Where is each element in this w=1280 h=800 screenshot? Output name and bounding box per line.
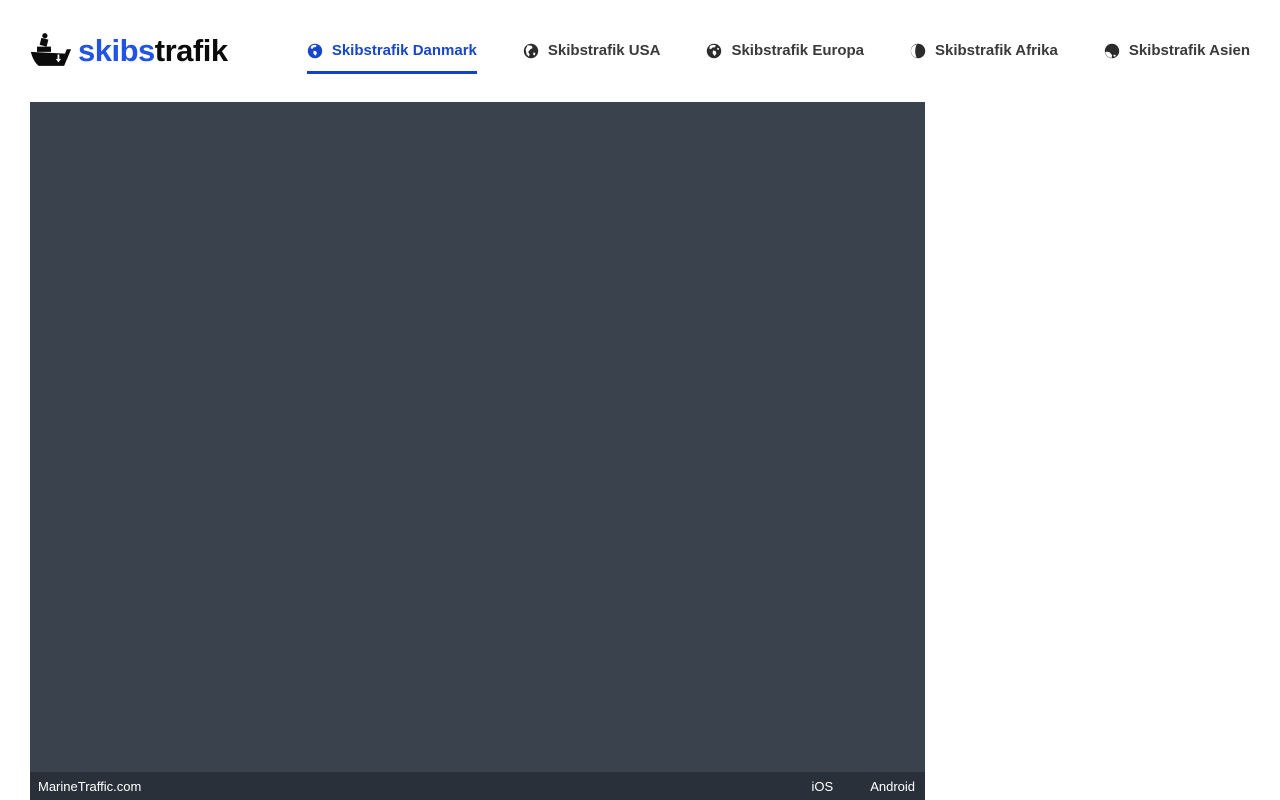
logo-wordmark: skibstrafik: [78, 33, 228, 69]
main-nav: Skibstrafik Danmark Skibstrafik USA Skib…: [306, 28, 1250, 74]
ship-logo-icon: [30, 32, 72, 70]
nav-item-skibstrafik-danmark[interactable]: Skibstrafik Danmark: [306, 28, 477, 74]
globe-africa-icon: [910, 43, 926, 59]
nav-item-label: Skibstrafik Danmark: [331, 42, 477, 59]
globe-americas-icon: [523, 43, 539, 59]
map-canvas[interactable]: [30, 102, 925, 772]
nav-item-label: Skibstrafik Asien: [1128, 42, 1250, 59]
nav-item-label: Skibstrafik Afrika: [935, 42, 1058, 59]
globe-asia-australia-icon: [1104, 43, 1120, 59]
marinetraffic-attribution-link[interactable]: MarineTraffic.com: [38, 779, 141, 794]
logo-link[interactable]: skibstrafik: [30, 32, 228, 70]
nav-item-label: Skibstrafik Europa: [731, 42, 864, 59]
globe-europe-africa-icon: [706, 43, 722, 59]
nav-item-skibstrafik-asien[interactable]: Skibstrafik Asien: [1104, 28, 1250, 74]
ios-app-link[interactable]: iOS: [812, 779, 834, 794]
globe-europe-icon: [307, 43, 323, 59]
nav-item-skibstrafik-afrika[interactable]: Skibstrafik Afrika: [910, 28, 1058, 74]
site-header: skibstrafik Skibstrafik Danmark Skibstra…: [0, 0, 1280, 102]
store-links: iOS Android: [812, 779, 915, 794]
nav-item-skibstrafik-europa[interactable]: Skibstrafik Europa: [706, 28, 864, 74]
ship-traffic-map-embed: MarineTraffic.com iOS Android: [30, 102, 925, 800]
logo-text-secondary: trafik: [154, 33, 228, 68]
map-attribution-bar: MarineTraffic.com iOS Android: [30, 772, 925, 800]
nav-item-label: Skibstrafik USA: [547, 42, 661, 59]
android-app-link[interactable]: Android: [870, 779, 915, 794]
logo-text-primary: skibs: [78, 33, 155, 68]
nav-item-skibstrafik-usa[interactable]: Skibstrafik USA: [523, 28, 661, 74]
